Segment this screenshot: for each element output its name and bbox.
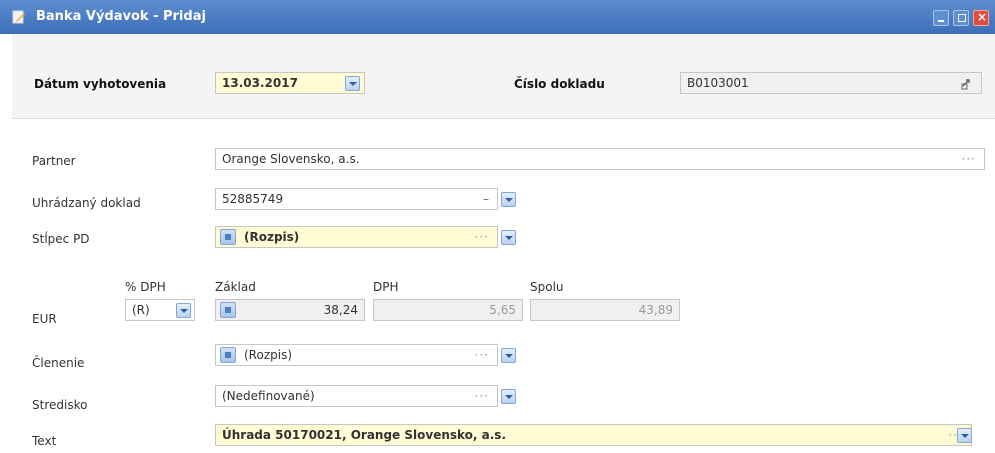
doc-number-label: Číslo dokladu (514, 77, 605, 91)
date-value: 13.03.2017 (222, 76, 298, 90)
vat-rate-dropdown-icon[interactable] (176, 303, 191, 318)
text-dropdown-icon[interactable] (957, 428, 972, 443)
date-field[interactable]: 13.03.2017 (215, 72, 365, 94)
vat-amount-value: 5,65 (489, 303, 516, 317)
date-dropdown-icon[interactable] (345, 76, 360, 91)
paid-doc-browse-icon[interactable] (501, 192, 516, 207)
base-value: 38,24 (323, 303, 358, 317)
maximize-button[interactable] (953, 10, 969, 26)
center-field[interactable]: (Nedefinované) ··· (215, 385, 498, 407)
doc-number-field[interactable]: B0103001 (680, 72, 982, 94)
column-ellipsis-icon[interactable]: ··· (475, 230, 489, 244)
date-label: Dátum vyhotovenia (34, 77, 167, 91)
partner-value: Orange Slovensko, a.s. (222, 152, 360, 166)
currency-label: EUR (32, 312, 57, 326)
doc-number-value: B0103001 (687, 76, 749, 90)
clear-icon[interactable]: – (483, 192, 489, 206)
document-header-panel: Dátum vyhotovenia 13.03.2017 Číslo dokla… (12, 34, 995, 119)
partner-label: Partner (32, 154, 76, 168)
center-label: Stredisko (32, 398, 88, 412)
center-dropdown-icon[interactable] (501, 389, 516, 404)
minimize-button[interactable] (933, 10, 949, 26)
division-value: (Rozpis) (244, 348, 293, 362)
column-field[interactable]: (Rozpis) ··· (215, 226, 498, 248)
division-field[interactable]: (Rozpis) ··· (215, 344, 498, 366)
picker-icon[interactable] (220, 229, 236, 245)
center-value: (Nedefinované) (222, 389, 315, 403)
vat-amount-label: DPH (373, 280, 399, 294)
vat-rate-label: % DPH (125, 280, 166, 294)
text-field[interactable]: Úhrada 50170021, Orange Slovensko, a.s. … (215, 424, 972, 446)
window-titlebar[interactable]: Banka Výdavok - Pridaj (0, 0, 995, 34)
partner-field[interactable]: Orange Slovensko, a.s. ··· (215, 148, 985, 170)
text-value: Úhrada 50170021, Orange Slovensko, a.s. (222, 428, 507, 442)
vat-amount-field[interactable]: 5,65 (373, 299, 523, 321)
column-dropdown-icon[interactable] (501, 230, 516, 245)
picker-icon[interactable] (220, 347, 236, 363)
paid-doc-value: 52885749 (222, 192, 284, 206)
paid-doc-label: Uhrádzaný doklad (32, 196, 141, 210)
header-separator (12, 118, 995, 119)
paid-doc-field[interactable]: 52885749 – (215, 188, 498, 210)
division-label: Členenie (32, 356, 85, 370)
total-label: Spolu (530, 280, 564, 294)
text-label: Text (32, 434, 57, 448)
division-ellipsis-icon[interactable]: ··· (475, 348, 489, 362)
calculator-icon[interactable] (220, 302, 236, 318)
close-button[interactable] (973, 10, 989, 26)
link-icon[interactable] (961, 78, 973, 90)
vat-rate-field[interactable]: (R) (125, 299, 195, 321)
column-label: Stĺpec PD (32, 232, 90, 246)
base-label: Základ (215, 280, 256, 294)
vat-rate-value: (R) (132, 303, 150, 317)
column-value: (Rozpis) (244, 230, 300, 244)
division-dropdown-icon[interactable] (501, 348, 516, 363)
partner-browse-icon[interactable]: ··· (962, 152, 976, 166)
total-field[interactable]: 43,89 (530, 299, 680, 321)
edit-document-icon (12, 10, 25, 24)
window-title: Banka Výdavok - Pridaj (36, 9, 206, 24)
base-field[interactable]: 38,24 (215, 299, 365, 321)
total-value: 43,89 (638, 303, 673, 317)
center-ellipsis-icon[interactable]: ··· (475, 389, 489, 403)
